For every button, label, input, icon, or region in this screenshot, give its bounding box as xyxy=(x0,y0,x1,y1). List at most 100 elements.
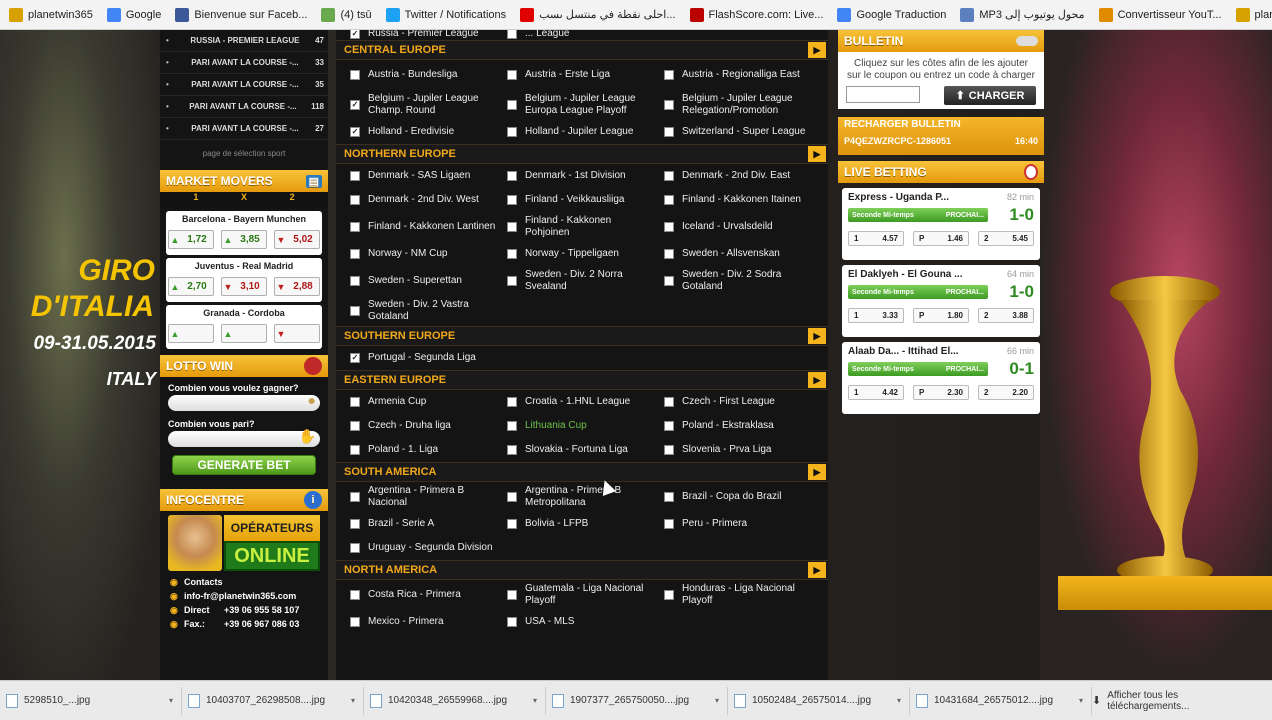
league-checkbox[interactable] xyxy=(350,276,360,286)
download-item[interactable]: 10431684_26575012....jpg ▾ xyxy=(910,686,1092,715)
odds-button[interactable]: ▲ 2,70 xyxy=(168,277,214,296)
league-checkbox[interactable] xyxy=(507,249,517,259)
chevron-down-icon[interactable]: ▾ xyxy=(351,696,355,705)
league-checkbox[interactable] xyxy=(350,70,360,80)
league-option[interactable]: Denmark - 2nd Div. West xyxy=(342,188,499,212)
bookmark-item[interactable]: Twitter / Notifications xyxy=(379,7,513,22)
league-option[interactable]: Holland - Jupiler League xyxy=(499,120,656,144)
league-checkbox[interactable] xyxy=(507,519,517,529)
league-option[interactable]: USA - MLS xyxy=(499,610,656,634)
league-option[interactable]: Austria - Regionalliga East xyxy=(656,60,813,90)
odds-button[interactable]: ▲ 1,72 xyxy=(168,230,214,249)
league-checkbox[interactable] xyxy=(664,590,674,600)
market-mover-card[interactable]: Barcelona - Bayern Munchen ▲ 1,72 ▲ 3,85 ▼ 5,0… xyxy=(166,211,322,255)
league-option[interactable]: Norway - Tippeligaen xyxy=(499,242,656,266)
charger-button[interactable]: ⬆ CHARGER xyxy=(944,86,1036,105)
bulletin-toggle-icon[interactable] xyxy=(1016,36,1038,46)
bookmark-item[interactable]: Google xyxy=(100,7,168,22)
sport-row[interactable]: • PARI AVANT LA COURSE -... 118 xyxy=(160,96,328,118)
bookmark-item[interactable]: Bienvenue sur Faceb... xyxy=(168,7,314,22)
operators-online-banner[interactable]: OPÉRATEURS ONLINE xyxy=(168,515,320,571)
league-option[interactable]: Uruguay - Segunda Division xyxy=(342,536,499,560)
league-option[interactable]: Finland - Kakkonen Itainen xyxy=(656,188,813,212)
league-checkbox[interactable] xyxy=(507,171,517,181)
bookmark-item[interactable]: FlashScore.com: Live... xyxy=(683,7,831,22)
bookmark-item[interactable]: Convertisseur YouT... xyxy=(1092,7,1229,22)
section-header[interactable]: SOUTH AMERICA ▶ xyxy=(336,462,828,482)
section-header[interactable]: CENTRAL EUROPE ▶ xyxy=(336,40,828,60)
bookmark-item[interactable]: Google Traduction xyxy=(830,7,953,22)
league-checkbox[interactable] xyxy=(664,171,674,181)
section-header[interactable]: EASTERN EUROPE ▶ xyxy=(336,370,828,390)
sport-selection-link[interactable]: page de sélection sport xyxy=(160,140,328,166)
odds-button[interactable]: ▼ 2,88 xyxy=(274,277,320,296)
expand-arrow-icon[interactable]: ▶ xyxy=(808,42,826,58)
league-checkbox[interactable] xyxy=(664,276,674,286)
section-header[interactable]: NORTH AMERICA ▶ xyxy=(336,560,828,580)
sport-row[interactable]: • PARI AVANT LA COURSE -... 33 xyxy=(160,52,328,74)
bookmark-item[interactable]: MP3 محول يوتيوب إلى xyxy=(953,7,1091,22)
league-checkbox[interactable] xyxy=(664,421,674,431)
league-option[interactable]: Denmark - 1st Division xyxy=(499,164,656,188)
league-checkbox[interactable] xyxy=(350,222,360,232)
league-option[interactable]: Slovenia - Prva Liga xyxy=(656,438,813,462)
league-checkbox[interactable] xyxy=(664,70,674,80)
league-option[interactable]: Argentina - Primera B Metropolitana xyxy=(499,482,656,512)
odds-button[interactable]: ▼ 3,10 xyxy=(221,277,267,296)
chevron-down-icon[interactable]: ▾ xyxy=(533,696,537,705)
odds-button[interactable]: ▲ xyxy=(168,324,214,343)
league-option[interactable]: Argentina - Primera B Nacional xyxy=(342,482,499,512)
league-checkbox[interactable]: ✓ xyxy=(350,127,360,137)
league-checkbox[interactable] xyxy=(664,222,674,232)
sport-row[interactable]: • PARI AVANT LA COURSE -... 35 xyxy=(160,74,328,96)
league-checkbox[interactable] xyxy=(507,195,517,205)
league-option[interactable]: Switzerland - Super League xyxy=(656,120,813,144)
chevron-down-icon[interactable]: ▾ xyxy=(1079,696,1083,705)
league-option[interactable]: Brazil - Serie A xyxy=(342,512,499,536)
league-option[interactable]: Croatia - 1.HNL League xyxy=(499,390,656,414)
league-checkbox[interactable] xyxy=(507,127,517,137)
market-mover-card[interactable]: Granada - Cordoba ▲ ▲ ▼ xyxy=(166,305,322,349)
bookmark-item[interactable]: (4) tsū xyxy=(314,7,378,22)
league-option[interactable]: Finland - Kakkonen Pohjoinen xyxy=(499,212,656,242)
league-checkbox[interactable] xyxy=(350,249,360,259)
league-option[interactable]: Mexico - Primera xyxy=(342,610,499,634)
email-link[interactable]: ◉ info-fr@planetwin365.com xyxy=(170,589,320,603)
live-odds-button[interactable]: 1 3.33 xyxy=(848,308,904,323)
generate-bet-button[interactable]: GENERATE BET xyxy=(172,455,316,475)
market-mover-card[interactable]: Juventus - Real Madrid ▲ 2,70 ▼ 3,10 ▼ 2,88 xyxy=(166,258,322,302)
download-item[interactable]: 10403707_26298508....jpg ▾ xyxy=(182,686,364,715)
league-checkbox[interactable] xyxy=(664,397,674,407)
expand-arrow-icon[interactable]: ▶ xyxy=(808,464,826,480)
expand-arrow-icon[interactable]: ▶ xyxy=(808,372,826,388)
league-option[interactable]: Bolivia - LFPB xyxy=(499,512,656,536)
bookmark-item[interactable]: planetwin365 xyxy=(1229,7,1272,22)
league-checkbox[interactable] xyxy=(350,306,360,316)
league-checkbox[interactable] xyxy=(350,590,360,600)
show-all-downloads-link[interactable]: ⬇ Afficher tous les téléchargements... xyxy=(1092,690,1272,712)
live-odds-button[interactable]: 2 2.20 xyxy=(978,385,1034,400)
league-option[interactable]: Slovakia - Fortuna Liga xyxy=(499,438,656,462)
live-odds-button[interactable]: P 2.30 xyxy=(913,385,969,400)
league-option[interactable]: Sweden - Superettan xyxy=(342,266,499,296)
league-option[interactable]: ✓ Holland - Eredivisie xyxy=(342,120,499,144)
league-option[interactable]: Honduras - Liga Nacional Playoff xyxy=(656,580,813,610)
league-checkbox[interactable] xyxy=(664,127,674,137)
league-option[interactable]: ✓ Russia - Premier League xyxy=(342,30,499,40)
league-checkbox[interactable] xyxy=(507,397,517,407)
league-checkbox[interactable] xyxy=(664,492,674,502)
league-checkbox[interactable] xyxy=(507,222,517,232)
league-option[interactable]: Sweden - Allsvenskan xyxy=(656,242,813,266)
league-option[interactable]: ... League xyxy=(499,30,656,40)
expand-arrow-icon[interactable]: ▶ xyxy=(808,146,826,162)
league-option[interactable]: Lithuania Cup xyxy=(499,414,656,438)
odds-button[interactable]: ▼ xyxy=(274,324,320,343)
league-option[interactable]: Denmark - 2nd Div. East xyxy=(656,164,813,188)
bookmark-item[interactable]: احلى نقطة في منتسل ىسب... xyxy=(513,7,682,22)
stake-amount-input[interactable]: ✋ xyxy=(168,428,320,447)
league-option[interactable]: Sweden - Div. 2 Vastra Gotaland xyxy=(342,296,499,326)
live-odds-button[interactable]: P 1.80 xyxy=(913,308,969,323)
league-option[interactable]: Czech - First League xyxy=(656,390,813,414)
bookmark-item[interactable]: planetwin365 xyxy=(2,7,100,22)
live-odds-button[interactable]: 1 4.57 xyxy=(848,231,904,246)
